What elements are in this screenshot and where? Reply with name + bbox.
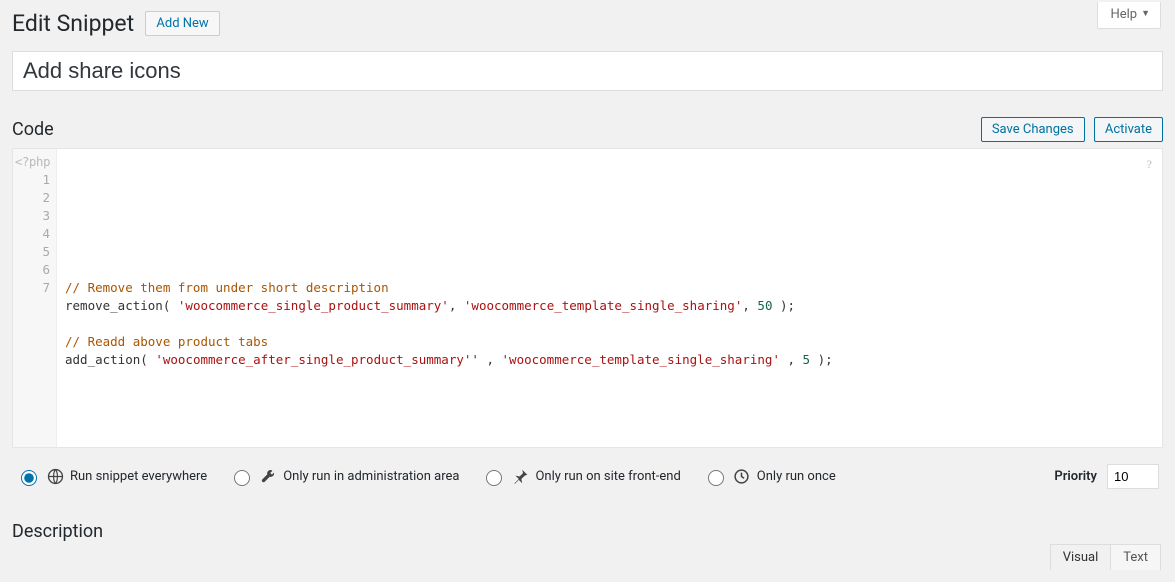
wrench-icon bbox=[259, 468, 277, 486]
scope-row: Run snippet everywhere Only run in admini… bbox=[12, 448, 1163, 495]
activate-button[interactable]: Activate bbox=[1094, 117, 1163, 142]
code-line bbox=[65, 369, 1154, 387]
php-open-tag: <?php bbox=[15, 154, 50, 169]
scope-label: Run snippet everywhere bbox=[70, 469, 207, 484]
add-new-button[interactable]: Add New bbox=[145, 11, 219, 36]
code-line bbox=[65, 315, 1154, 333]
line-number: 1 bbox=[13, 171, 50, 189]
line-number: 4 bbox=[13, 225, 50, 243]
code-area[interactable]: ? // Remove them from under short descri… bbox=[57, 149, 1162, 447]
line-number: 2 bbox=[13, 189, 50, 207]
snippet-title-input[interactable] bbox=[12, 51, 1163, 91]
code-line: // Readd above product tabs bbox=[65, 333, 1154, 351]
scope-radio-front[interactable] bbox=[486, 470, 502, 486]
help-tab[interactable]: Help ▼ bbox=[1097, 2, 1161, 29]
scope-option-admin[interactable]: Only run in administration area bbox=[229, 467, 459, 486]
chevron-down-icon: ▼ bbox=[1141, 10, 1150, 19]
tab-text[interactable]: Text bbox=[1111, 544, 1161, 570]
priority-input[interactable] bbox=[1107, 464, 1159, 489]
globe-icon bbox=[46, 468, 64, 486]
editor-tabs: Visual Text bbox=[1050, 544, 1161, 570]
scope-radio-everywhere[interactable] bbox=[21, 470, 37, 486]
scope-label: Only run once bbox=[757, 469, 836, 484]
scope-label: Only run on site front-end bbox=[535, 469, 680, 484]
line-number: 3 bbox=[13, 207, 50, 225]
code-line: add_action( 'woocommerce_after_single_pr… bbox=[65, 351, 1154, 369]
scope-radio-admin[interactable] bbox=[234, 470, 250, 486]
line-number: 7 bbox=[13, 279, 50, 297]
scope-option-once[interactable]: Only run once bbox=[703, 467, 836, 486]
clock-icon bbox=[733, 468, 751, 486]
help-icon[interactable]: ? bbox=[1147, 155, 1152, 173]
priority-label: Priority bbox=[1054, 469, 1097, 484]
code-line bbox=[65, 261, 1154, 279]
description-heading: Description bbox=[12, 521, 1163, 542]
tab-visual[interactable]: Visual bbox=[1050, 544, 1112, 570]
help-label: Help bbox=[1110, 7, 1137, 22]
code-heading: Code bbox=[12, 119, 54, 140]
code-line: remove_action( 'woocommerce_single_produ… bbox=[65, 297, 1154, 315]
gutter: <?php 1234567 bbox=[13, 149, 57, 447]
code-editor[interactable]: <?php 1234567 ? // Remove them from unde… bbox=[12, 148, 1163, 448]
scope-option-front[interactable]: Only run on site front-end bbox=[481, 467, 680, 486]
code-line: // Remove them from under short descript… bbox=[65, 279, 1154, 297]
scope-label: Only run in administration area bbox=[283, 469, 459, 484]
scope-option-everywhere[interactable]: Run snippet everywhere bbox=[16, 467, 207, 486]
line-number: 5 bbox=[13, 243, 50, 261]
line-number: 6 bbox=[13, 261, 50, 279]
pin-icon bbox=[511, 468, 529, 486]
save-changes-button[interactable]: Save Changes bbox=[981, 117, 1085, 142]
page-title: Edit Snippet bbox=[12, 10, 134, 37]
scope-radio-once[interactable] bbox=[708, 470, 724, 486]
